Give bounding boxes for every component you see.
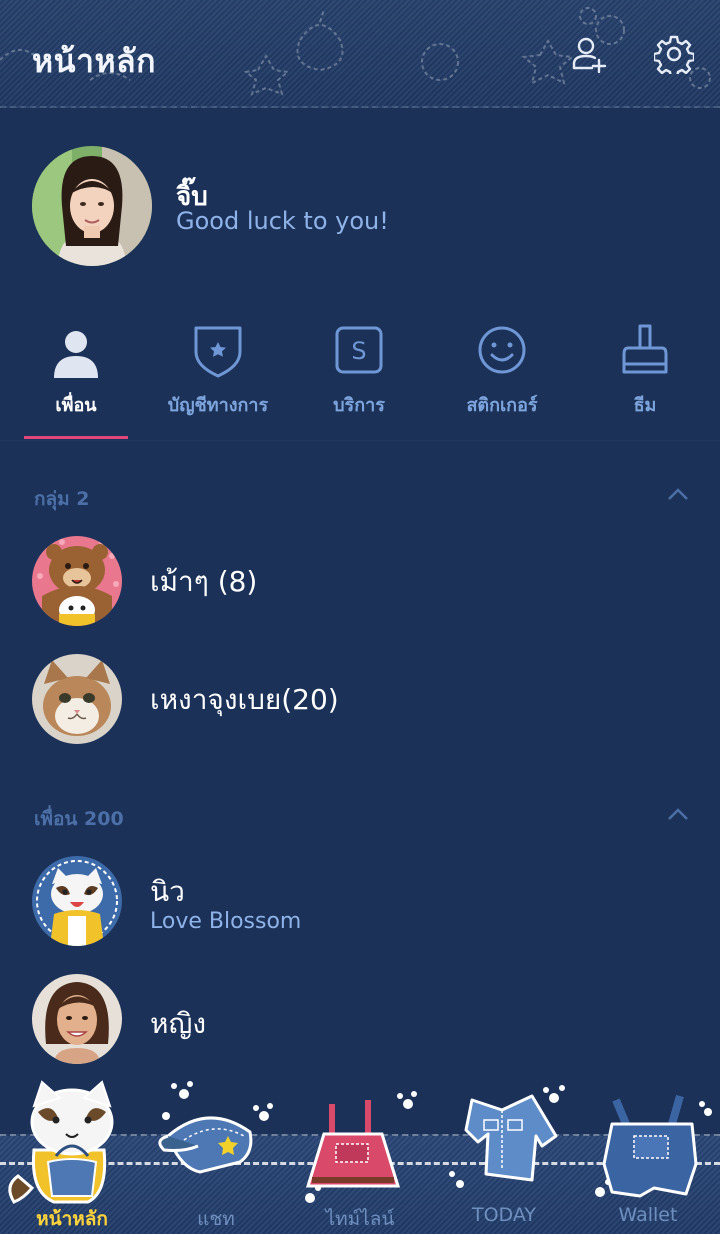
tab-label: บัญชีทางการ [167, 395, 269, 416]
tab-stickers[interactable]: สติกเกอร์ [430, 318, 574, 438]
nav-chat[interactable]: แชท [144, 1080, 288, 1232]
tab-official-accounts[interactable]: บัญชีทางการ [146, 318, 290, 438]
chevron-up-icon[interactable] [666, 806, 690, 822]
category-tabs: เพื่อน บัญชีทางการ S บริการ สติกเกอร์ ธี… [0, 318, 720, 441]
group-name: เหงาจุงเบย(20) [150, 683, 339, 716]
profile-status-message[interactable]: Good luck to you! [176, 207, 389, 235]
nav-today[interactable]: TODAY [432, 1080, 576, 1232]
add-friend-icon[interactable] [570, 34, 610, 74]
nav-label: TODAY [472, 1204, 536, 1226]
list-item[interactable]: หญิง [0, 964, 720, 1074]
list-item[interactable]: เม้าๆ (8) [0, 526, 720, 636]
shield-star-icon [190, 322, 246, 378]
friend-avatar [32, 974, 122, 1064]
smiley-icon [474, 322, 530, 378]
nav-wallet[interactable]: Wallet [576, 1080, 720, 1232]
tab-label: ธีม [633, 395, 657, 416]
friend-name: หญิง [150, 1007, 206, 1040]
active-tab-indicator [24, 436, 128, 439]
cap-icon [144, 1080, 288, 1206]
tab-services[interactable]: S บริการ [287, 318, 431, 438]
group-avatar [32, 654, 122, 744]
friend-avatar [32, 856, 122, 946]
section-header-groups[interactable]: กลุ่ม 2 [34, 484, 90, 514]
overalls-dress-icon [288, 1080, 432, 1206]
svg-text:S: S [351, 337, 366, 365]
nav-label: แชท [197, 1208, 235, 1230]
tab-label: เพื่อน [55, 395, 97, 416]
chevron-up-icon[interactable] [666, 486, 690, 502]
page-title: หน้าหลัก [32, 42, 157, 80]
list-item[interactable]: นิว Love Blossom [0, 846, 720, 956]
nav-timeline[interactable]: ไทม์ไลน์ [288, 1080, 432, 1232]
nav-label: ไทม์ไลน์ [325, 1208, 395, 1230]
tab-label: สติกเกอร์ [466, 395, 538, 416]
header-bar: หน้าหลัก [0, 0, 720, 108]
list-item[interactable]: เหงาจุงเบย(20) [0, 644, 720, 754]
denim-overalls-icon [576, 1080, 720, 1206]
nav-label: หน้าหลัก [36, 1208, 108, 1230]
brush-icon [617, 322, 673, 378]
friend-status-message: Love Blossom [150, 909, 302, 934]
friend-name: นิว [150, 875, 185, 908]
person-icon [48, 322, 104, 378]
tab-themes[interactable]: ธีม [573, 318, 717, 438]
gear-icon[interactable] [652, 34, 696, 79]
nav-label: Wallet [618, 1204, 678, 1226]
tab-label: บริการ [333, 395, 385, 416]
nav-home[interactable]: หน้าหลัก [0, 1080, 144, 1232]
tab-friends[interactable]: เพื่อน [4, 318, 148, 438]
raccoon-icon [0, 1080, 144, 1206]
service-s-icon: S [331, 322, 387, 378]
section-header-friends[interactable]: เพื่อน 200 [34, 804, 124, 834]
profile-avatar[interactable] [32, 146, 152, 266]
group-name: เม้าๆ (8) [150, 565, 258, 598]
group-avatar [32, 536, 122, 626]
denim-jacket-icon [432, 1080, 576, 1206]
